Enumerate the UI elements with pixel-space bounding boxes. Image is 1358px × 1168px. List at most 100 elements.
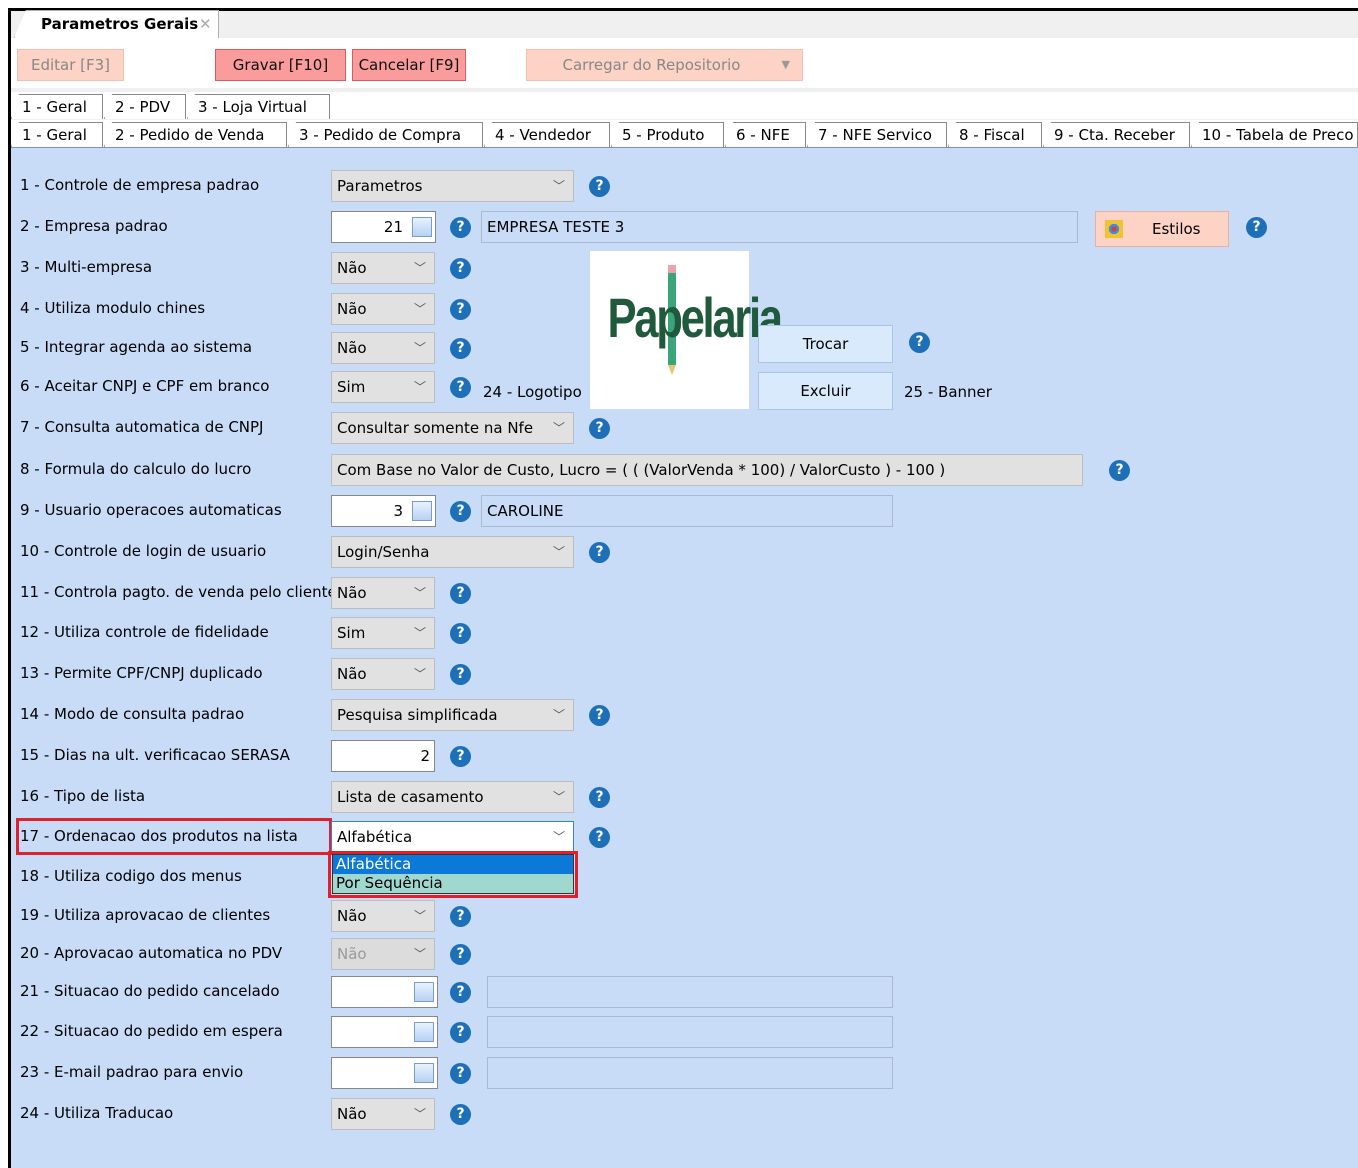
- help-icon[interactable]: ?: [589, 176, 610, 197]
- document-tab[interactable]: Parametros Gerais ✕: [14, 10, 219, 38]
- load-repository-label: Carregar do Repositorio: [562, 56, 741, 74]
- subtab-nfe[interactable]: 6 - NFE: [725, 122, 806, 147]
- situacao-cancelado-input[interactable]: [331, 976, 438, 1008]
- help-icon[interactable]: ?: [589, 787, 610, 808]
- styles-button[interactable]: Estilos: [1095, 211, 1229, 247]
- lookup-search-icon[interactable]: [414, 1063, 434, 1083]
- multi-empresa-select[interactable]: Não ﹀: [331, 252, 435, 284]
- chevron-down-icon: ﹀: [552, 179, 565, 193]
- subtab-tabela-preco[interactable]: 10 - Tabela de Preco: [1191, 122, 1358, 147]
- help-icon[interactable]: ?: [450, 299, 471, 320]
- formula-lucro-select[interactable]: Com Base no Valor de Custo, Lucro = ( ( …: [331, 454, 1083, 486]
- chevron-down-icon: ﹀: [552, 790, 565, 804]
- param-label: 18 - Utiliza codigo dos menus: [20, 867, 242, 885]
- change-logo-button[interactable]: Trocar: [758, 325, 893, 363]
- help-icon[interactable]: ?: [450, 982, 471, 1003]
- help-icon[interactable]: ?: [589, 827, 610, 848]
- subtab-nfe-servico[interactable]: 7 - NFE Servico: [807, 122, 947, 147]
- modulo-chines-select[interactable]: Não ﹀: [331, 293, 435, 325]
- help-icon[interactable]: ?: [450, 217, 471, 238]
- tab-geral[interactable]: 1 - Geral: [11, 94, 103, 119]
- situacao-espera-desc: [487, 1016, 893, 1048]
- consulta-cnpj-select[interactable]: Consultar somente na Nfe ﹀: [331, 412, 574, 444]
- help-icon[interactable]: ?: [450, 377, 471, 398]
- email-padrao-input[interactable]: [331, 1057, 438, 1089]
- help-icon[interactable]: ?: [450, 338, 471, 359]
- highlight-dropdown-box: [328, 851, 578, 898]
- chevron-down-icon: ﹀: [413, 1107, 426, 1121]
- save-button[interactable]: Gravar [F10]: [215, 49, 346, 81]
- delete-logo-button[interactable]: Excluir: [758, 372, 893, 410]
- help-icon[interactable]: ?: [1246, 217, 1267, 238]
- logo-image: Papelaria: [590, 251, 783, 409]
- agenda-select[interactable]: Não ﹀: [331, 332, 435, 364]
- chevron-down-icon: ﹀: [552, 421, 565, 435]
- help-icon[interactable]: ?: [909, 332, 930, 353]
- help-icon[interactable]: ?: [450, 583, 471, 604]
- select-value: Alfabética: [337, 828, 413, 846]
- close-tab-icon[interactable]: ✕: [199, 11, 212, 38]
- param-label: 7 - Consulta automatica de CNPJ: [20, 418, 264, 436]
- empresa-control-select[interactable]: Parametros ﹀: [331, 170, 574, 202]
- select-value: Não: [337, 584, 367, 602]
- login-control-select[interactable]: Login/Senha ﹀: [331, 536, 574, 568]
- modo-consulta-select[interactable]: Pesquisa simplificada ﹀: [331, 699, 574, 731]
- tab-pdv[interactable]: 2 - PDV: [104, 94, 186, 119]
- help-icon[interactable]: ?: [450, 906, 471, 927]
- select-value: Não: [337, 300, 367, 318]
- subtab-cta-receber[interactable]: 9 - Cta. Receber: [1043, 122, 1190, 147]
- tipo-lista-select[interactable]: Lista de casamento ﹀: [331, 781, 574, 813]
- cpf-duplicado-select[interactable]: Não ﹀: [331, 658, 435, 690]
- help-icon[interactable]: ?: [589, 705, 610, 726]
- help-icon[interactable]: ?: [450, 944, 471, 965]
- lookup-search-icon[interactable]: [414, 982, 434, 1002]
- help-icon[interactable]: ?: [450, 1104, 471, 1125]
- param-label: 20 - Aprovacao automatica no PDV: [20, 944, 283, 962]
- chevron-down-icon: ﹀: [552, 830, 565, 844]
- help-icon[interactable]: ?: [450, 1063, 471, 1084]
- help-icon[interactable]: ?: [1109, 460, 1130, 481]
- help-icon[interactable]: ?: [589, 542, 610, 563]
- chevron-down-icon: ﹀: [413, 302, 426, 316]
- chevron-down-icon: ﹀: [413, 667, 426, 681]
- load-repository-button[interactable]: Carregar do Repositorio ▼: [526, 49, 803, 81]
- param-label: 23 - E-mail padrao para envio: [20, 1063, 244, 1081]
- help-icon[interactable]: ?: [589, 418, 610, 439]
- lookup-search-icon[interactable]: [414, 1022, 434, 1042]
- chevron-down-icon: ﹀: [413, 380, 426, 394]
- aprovacao-pdv-select[interactable]: Não ﹀: [331, 938, 435, 970]
- subtab-pedido-compra[interactable]: 3 - Pedido de Compra: [288, 122, 483, 147]
- lookup-search-icon[interactable]: [412, 501, 432, 521]
- select-value: Pesquisa simplificada: [337, 706, 498, 724]
- empresa-code-input[interactable]: 21: [331, 211, 436, 243]
- edit-button[interactable]: Editar [F3]: [17, 49, 124, 81]
- chevron-down-icon: ﹀: [413, 947, 426, 961]
- help-icon[interactable]: ?: [450, 623, 471, 644]
- tab-loja-virtual[interactable]: 3 - Loja Virtual: [187, 94, 330, 119]
- subtab-fiscal[interactable]: 8 - Fiscal: [948, 122, 1042, 147]
- traducao-select[interactable]: Não ﹀: [331, 1098, 435, 1130]
- input-value: 21: [383, 218, 403, 236]
- param-label: 24 - Utiliza Traducao: [20, 1104, 174, 1122]
- usuario-code-input[interactable]: 3: [331, 495, 436, 527]
- aprovacao-clientes-select[interactable]: Não ﹀: [331, 900, 435, 932]
- cnpj-branco-select[interactable]: Sim ﹀: [331, 371, 435, 403]
- lookup-search-icon[interactable]: [412, 217, 432, 237]
- situacao-espera-input[interactable]: [331, 1016, 438, 1048]
- help-icon[interactable]: ?: [450, 258, 471, 279]
- help-icon[interactable]: ?: [450, 501, 471, 522]
- serasa-days-input[interactable]: 2: [331, 740, 435, 772]
- help-icon[interactable]: ?: [450, 746, 471, 767]
- fidelidade-select[interactable]: Sim ﹀: [331, 617, 435, 649]
- pagto-cliente-select[interactable]: Não ﹀: [331, 577, 435, 609]
- help-icon[interactable]: ?: [450, 1022, 471, 1043]
- subtab-geral[interactable]: 1 - Geral: [11, 122, 103, 147]
- cancel-button[interactable]: Cancelar [F9]: [352, 49, 466, 81]
- subtab-pedido-venda[interactable]: 2 - Pedido de Venda: [104, 122, 287, 147]
- chevron-down-icon: ﹀: [413, 586, 426, 600]
- param-label: 13 - Permite CPF/CNPJ duplicado: [20, 664, 263, 682]
- subtab-vendedor[interactable]: 4 - Vendedor: [484, 122, 610, 147]
- ordenacao-produtos-select[interactable]: Alfabética ﹀: [331, 821, 574, 853]
- subtab-produto[interactable]: 5 - Produto: [611, 122, 724, 147]
- help-icon[interactable]: ?: [450, 664, 471, 685]
